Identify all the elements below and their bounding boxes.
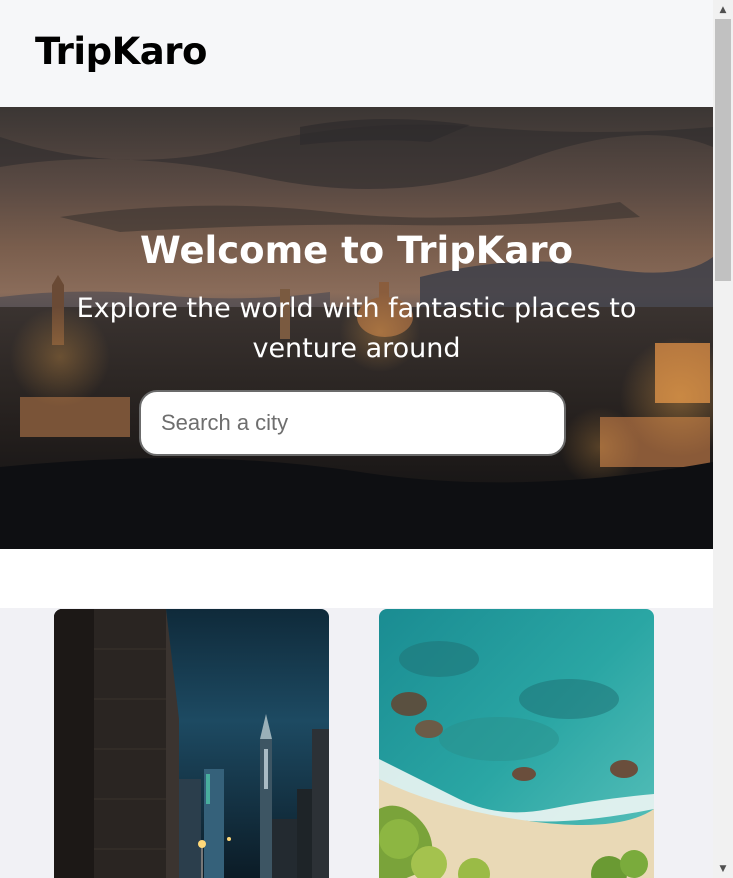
scrollbar-thumb[interactable]: [715, 19, 731, 281]
hero-subtitle: Explore the world with fantastic places …: [76, 293, 637, 364]
destination-card-beach[interactable]: [379, 609, 654, 878]
scroll-down-arrow-icon[interactable]: ▼: [713, 861, 733, 878]
destination-card-city[interactable]: [54, 609, 329, 878]
scroll-up-arrow-icon[interactable]: ▲: [713, 2, 733, 19]
site-header: TripKaro: [0, 0, 713, 107]
city-night-image: [54, 609, 329, 878]
section-spacer: [0, 549, 713, 608]
hero-title: Welcome to TripKaro: [139, 229, 574, 272]
brand-logo[interactable]: TripKaro: [35, 30, 207, 73]
hero-section: Welcome to TripKaro Explore the world wi…: [0, 107, 713, 549]
page: TripKaro Welcome to TripKaro Explore the…: [0, 0, 713, 878]
beach-aerial-image: [379, 609, 654, 878]
city-search-input[interactable]: [139, 390, 566, 456]
vertical-scrollbar[interactable]: ▲ ▼: [713, 0, 733, 878]
destination-cards: [0, 608, 713, 878]
